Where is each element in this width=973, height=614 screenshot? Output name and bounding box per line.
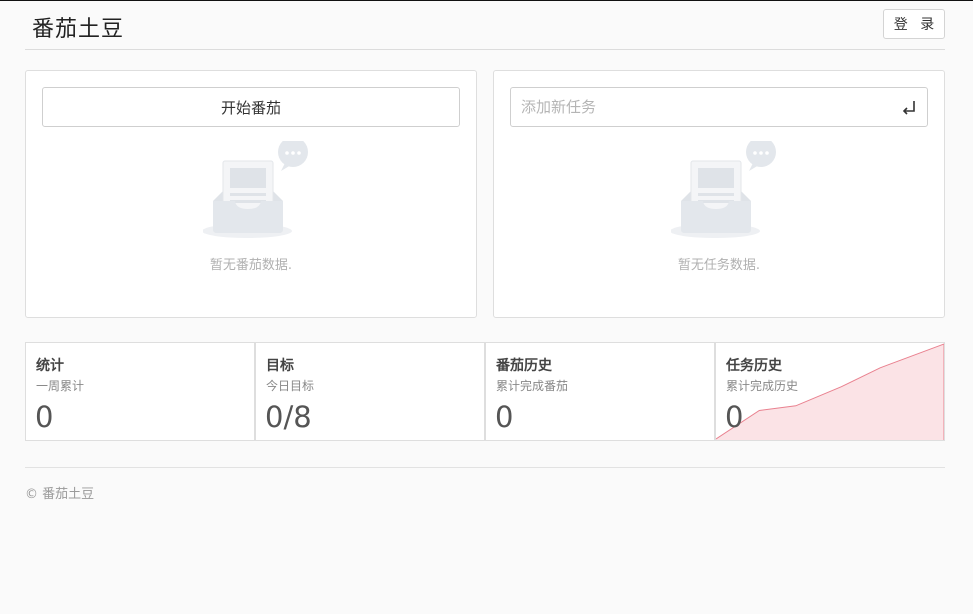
stat-title: 统计	[36, 358, 64, 374]
stat-value: 0	[725, 400, 744, 434]
stat-title: 目标	[266, 358, 294, 374]
enter-icon[interactable]	[901, 98, 917, 116]
brand-title: 番茄土豆	[32, 17, 125, 42]
stat-subtitle: 累计完成历史	[726, 379, 799, 393]
task-panel: 暂无任务数据.	[493, 70, 945, 318]
stat-task-history[interactable]: 任务历史 累计完成历史 0	[715, 342, 945, 441]
task-empty-text: 暂无任务数据.	[677, 258, 761, 273]
pomodoro-panel: 开始番茄 暂无番茄数据.	[25, 70, 477, 318]
stat-subtitle: 一周累计	[36, 379, 85, 393]
empty-inbox-icon	[671, 141, 776, 238]
stat-value: 0	[495, 400, 514, 434]
stat-weekly[interactable]: 统计 一周累计 0	[25, 342, 255, 441]
task-input-box	[510, 87, 928, 127]
stat-subtitle: 今日目标	[266, 379, 315, 393]
stats-row: 统计 一周累计 0 目标 今日目标 0/8 番茄历史 累计完成番茄 0 任务历史…	[25, 342, 945, 441]
stat-title: 任务历史	[726, 358, 782, 374]
pomodoro-empty-text: 暂无番茄数据.	[209, 258, 293, 273]
stat-subtitle: 累计完成番茄	[496, 379, 569, 393]
new-task-input[interactable]	[511, 88, 901, 126]
empty-inbox-icon	[203, 141, 308, 238]
stat-title: 番茄历史	[496, 358, 552, 374]
stat-value: 0/8	[265, 400, 312, 434]
stat-goal[interactable]: 目标 今日目标 0/8	[255, 342, 485, 441]
login-button[interactable]: 登 录	[883, 9, 945, 39]
stat-value: 0	[35, 400, 54, 434]
footer-copyright: © 番茄土豆	[25, 487, 95, 502]
app-header: 番茄土豆 登 录	[25, 1, 945, 50]
pomodoro-empty-state: 暂无番茄数据.	[26, 141, 476, 281]
start-pomodoro-button[interactable]: 开始番茄	[42, 87, 460, 127]
task-empty-state: 暂无任务数据.	[494, 141, 944, 281]
stat-pomodoro-history[interactable]: 番茄历史 累计完成番茄 0	[485, 342, 715, 441]
footer-divider	[25, 467, 945, 468]
